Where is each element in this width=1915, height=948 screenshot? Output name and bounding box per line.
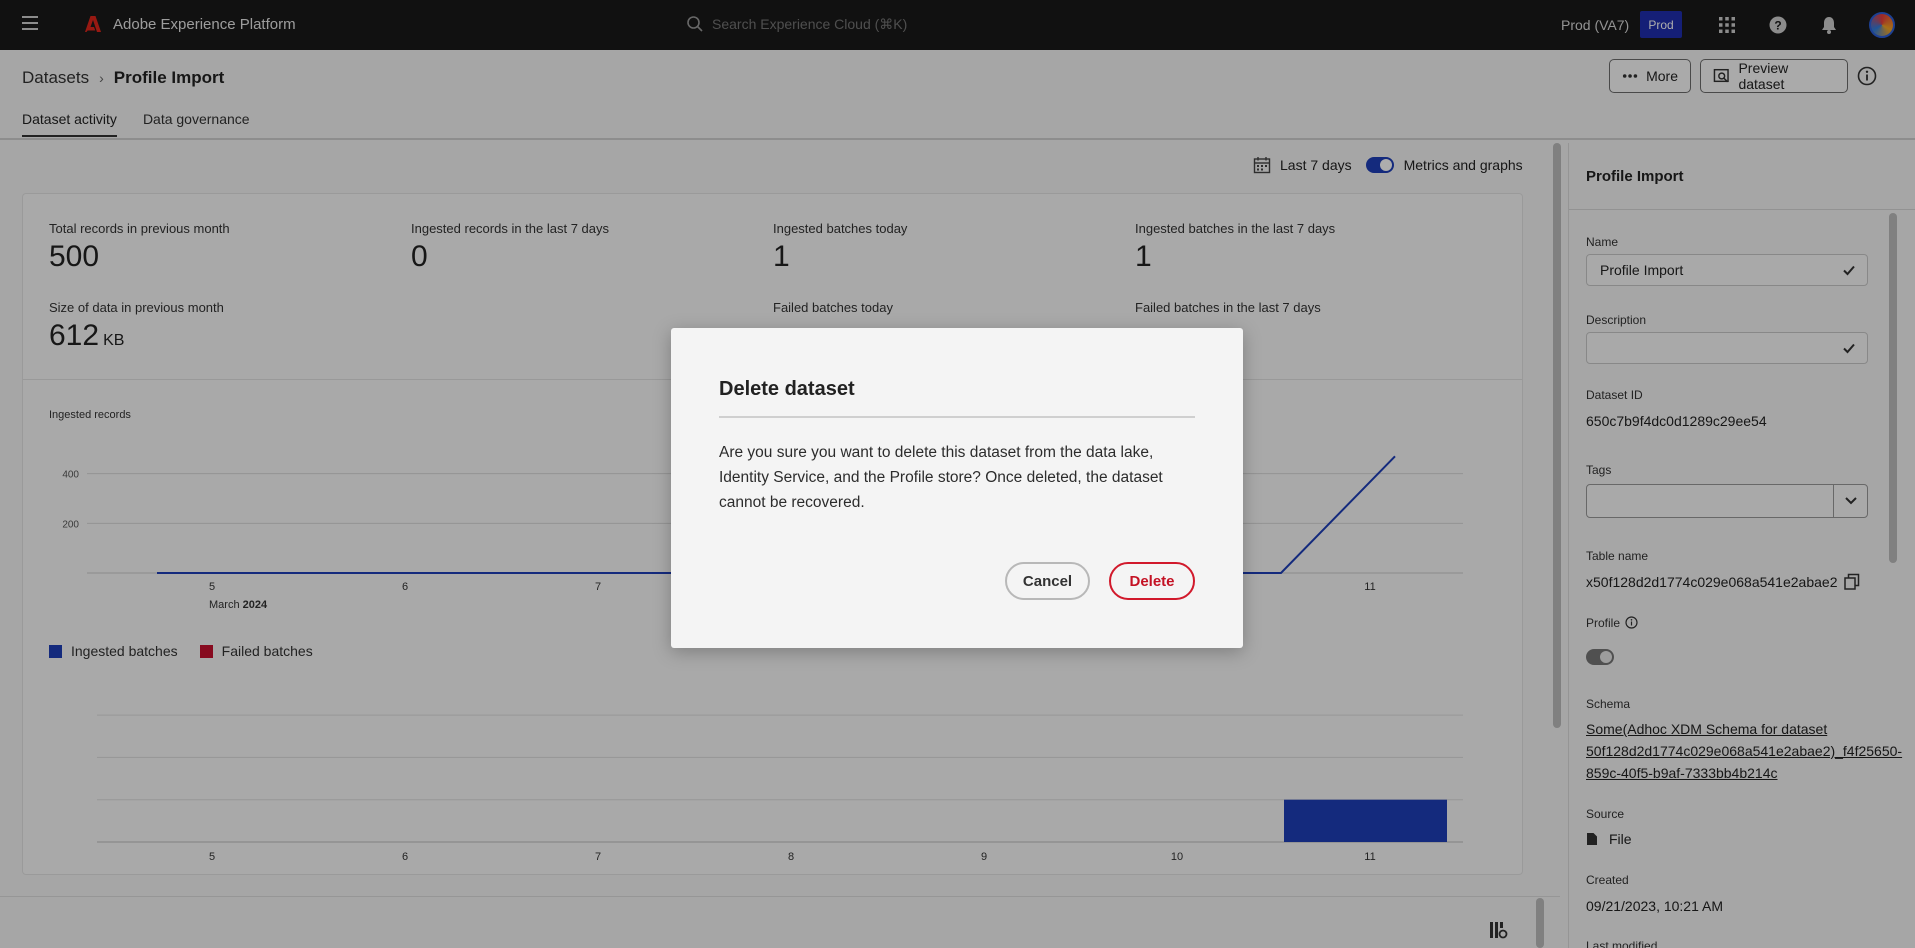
delete-button[interactable]: Delete [1109,562,1195,600]
dialog-title: Delete dataset [719,378,855,400]
dialog-body: Are you sure you want to delete this dat… [719,444,1163,511]
dialog-divider [719,416,1195,418]
cancel-button[interactable]: Cancel [1005,562,1090,600]
delete-dataset-dialog: Delete dataset Are you sure you want to … [671,328,1243,648]
